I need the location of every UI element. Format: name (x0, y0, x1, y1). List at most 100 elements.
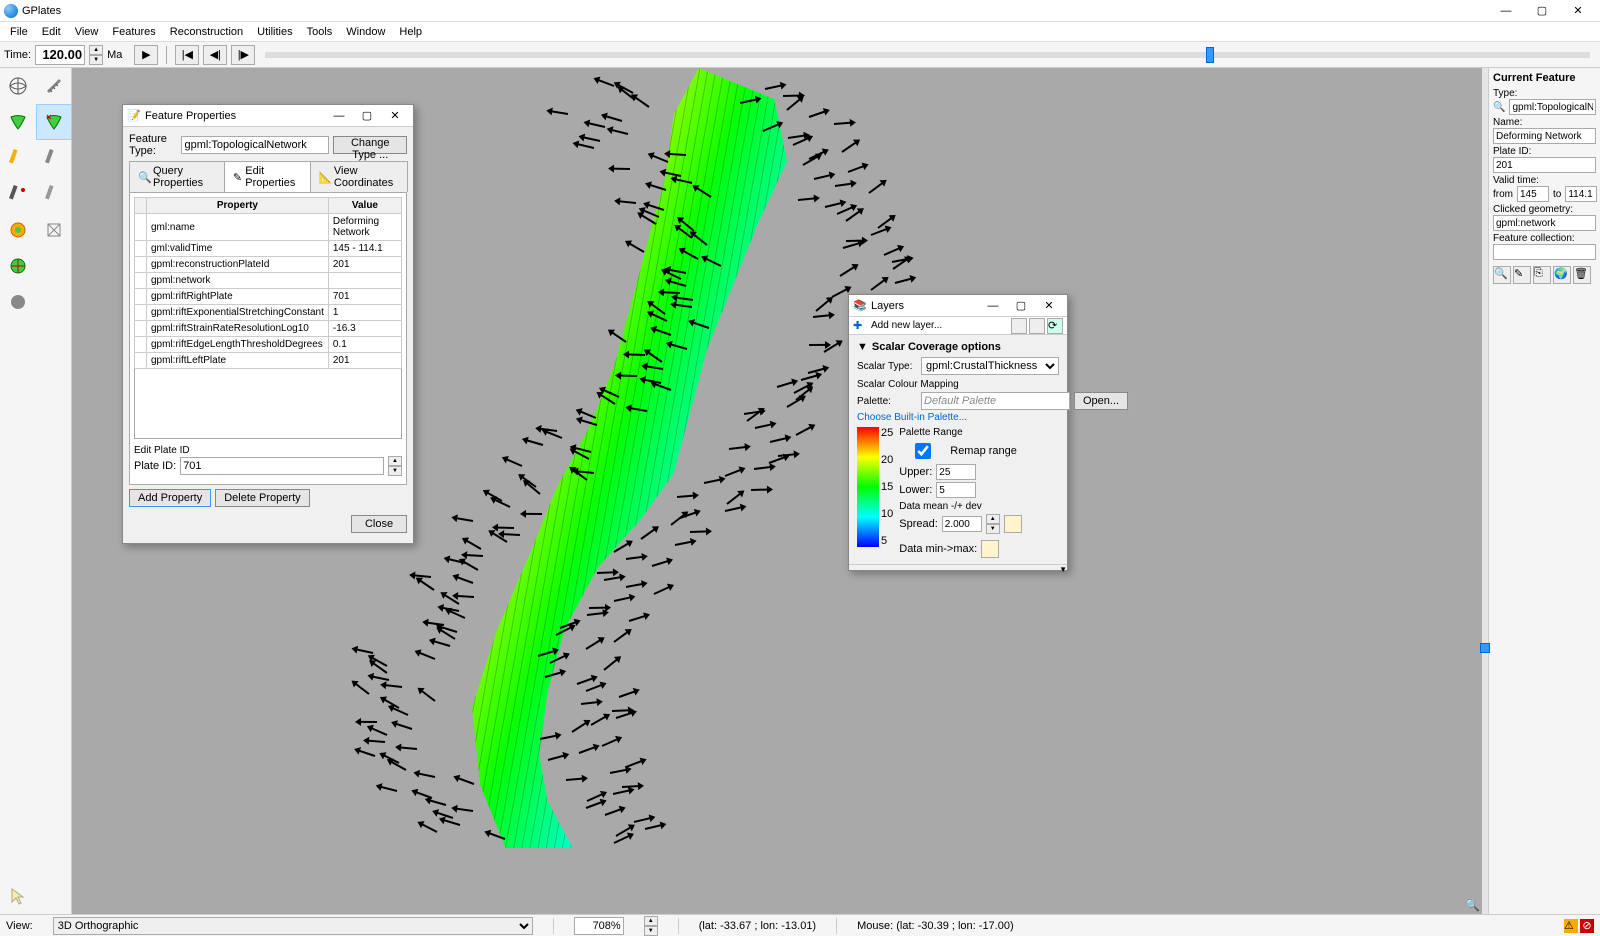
cf-action-2[interactable]: ✎ (1513, 266, 1531, 284)
tab-edit-properties[interactable]: ✎Edit Properties (224, 161, 311, 192)
menu-window[interactable]: Window (340, 26, 391, 38)
layers-tool-1[interactable] (1011, 318, 1027, 334)
cf-type[interactable] (1509, 99, 1596, 115)
table-row[interactable]: gpml:riftExponentialStretchingConstant1 (135, 305, 402, 321)
time-input[interactable] (35, 45, 85, 65)
cf-from[interactable] (1517, 186, 1549, 202)
globe-canvas[interactable]: 📝 Feature Properties — ▢ ✕ Feature Type:… (72, 68, 1482, 914)
cf-clicked[interactable] (1493, 215, 1596, 231)
status-mouse: Mouse: (lat: -30.39 ; lon: -17.00) (857, 920, 1014, 932)
layers-refresh[interactable]: ⟳ (1047, 318, 1063, 334)
side-panel-handle[interactable] (1480, 643, 1490, 653)
tool-select-feature-1[interactable] (0, 104, 36, 140)
menu-edit[interactable]: Edit (36, 26, 67, 38)
tool-pole[interactable] (0, 248, 36, 284)
time-slider[interactable] (265, 52, 1590, 58)
menu-help[interactable]: Help (393, 26, 428, 38)
rewind-start-button[interactable]: |◀ (175, 45, 199, 65)
palette-input[interactable] (921, 392, 1070, 410)
tool-topology-1[interactable] (0, 212, 36, 248)
tool-measure[interactable] (36, 68, 72, 104)
spread-spinner[interactable]: ▲▼ (986, 514, 1000, 534)
table-row[interactable]: gpml:riftLeftPlate201 (135, 353, 402, 369)
cf-name[interactable] (1493, 128, 1596, 144)
tool-drag-globe[interactable] (0, 68, 36, 104)
tool-digitise-2[interactable] (36, 140, 72, 176)
fp-close[interactable]: ✕ (381, 107, 409, 125)
tool-small-circle[interactable] (0, 284, 36, 320)
fp-maximize[interactable]: ▢ (353, 107, 381, 125)
fp-change-type-button[interactable]: Change Type ... (333, 136, 407, 154)
delete-property-button[interactable]: Delete Property (215, 489, 309, 507)
minimize-button[interactable]: — (1488, 1, 1524, 21)
zoom-spinner[interactable]: ▲▼ (644, 916, 658, 936)
menu-view[interactable]: View (69, 26, 105, 38)
plate-id-spinner[interactable]: ▲▼ (388, 456, 402, 476)
table-row[interactable]: gpml:riftStrainRateResolutionLog10-16.3 (135, 321, 402, 337)
step-forward-button[interactable]: |▶ (231, 45, 255, 65)
plate-id-input[interactable] (180, 457, 384, 475)
cf-collection[interactable] (1493, 244, 1596, 260)
time-unit: Ma (107, 49, 122, 61)
close-button[interactable]: ✕ (1560, 1, 1596, 21)
palette-reset-button[interactable] (1132, 392, 1134, 410)
tab-view-coordinates[interactable]: 📐View Coordinates (310, 161, 408, 192)
tool-cursor[interactable] (0, 878, 36, 914)
tool-select-feature-2[interactable] (36, 104, 72, 140)
palette-open-button[interactable]: Open... (1074, 392, 1128, 410)
zoom-input[interactable] (574, 917, 624, 935)
spread-input[interactable] (942, 516, 982, 532)
table-row[interactable]: gpml:riftEdgeLengthThresholdDegrees0.1 (135, 337, 402, 353)
add-layer-link[interactable]: Add new layer... (871, 320, 1009, 331)
cf-action-4[interactable]: 🌍 (1553, 266, 1571, 284)
menu-utilities[interactable]: Utilities (251, 26, 298, 38)
add-property-button[interactable]: Add Property (129, 489, 211, 507)
status-warn-icon[interactable]: ⚠ (1564, 919, 1578, 933)
cf-action-3[interactable]: ⎘ (1533, 266, 1551, 284)
tool-digitise-1[interactable] (0, 140, 36, 176)
status-error-icon[interactable]: ⊘ (1580, 919, 1594, 933)
step-back-button[interactable]: ◀| (203, 45, 227, 65)
table-row[interactable]: gpml:riftRightPlate701 (135, 289, 402, 305)
layers-minimize[interactable]: — (979, 297, 1007, 315)
time-spinner[interactable]: ▲▼ (89, 45, 103, 65)
table-row[interactable]: gpml:reconstructionPlateId201 (135, 257, 402, 273)
properties-table[interactable]: PropertyValue gml:nameDeforming Networkg… (134, 197, 402, 369)
cf-action-1[interactable]: 🔍 (1493, 266, 1511, 284)
view-mode-select[interactable]: 3D Orthographic (53, 917, 533, 935)
layers-tool-2[interactable] (1029, 318, 1045, 334)
menu-reconstruction[interactable]: Reconstruction (164, 26, 249, 38)
minmax-apply[interactable] (981, 540, 999, 558)
remap-checkbox[interactable] (903, 443, 943, 459)
status-view-label: View: (6, 920, 33, 932)
menu-tools[interactable]: Tools (301, 26, 339, 38)
fp-minimize[interactable]: — (325, 107, 353, 125)
plus-icon: ✚ (853, 319, 867, 333)
play-button[interactable]: ▶ (134, 45, 158, 65)
search-icon[interactable]: 🔍 (1493, 102, 1505, 113)
tool-move-vertex[interactable] (0, 176, 36, 212)
maximize-button[interactable]: ▢ (1524, 1, 1560, 21)
scalar-type-select[interactable]: gpml:CrustalThickness (921, 357, 1059, 375)
layers-close[interactable]: ✕ (1035, 297, 1063, 315)
tool-topology-2[interactable] (36, 212, 72, 248)
zoom-icon[interactable]: 🔍 (1465, 898, 1480, 912)
tab-query-properties[interactable]: 🔍Query Properties (129, 161, 225, 192)
table-row[interactable]: gpml:network (135, 273, 402, 289)
fp-close-button[interactable]: Close (351, 515, 407, 533)
lower-input[interactable] (936, 482, 976, 498)
choose-palette-link[interactable]: Choose Built-in Palette... (857, 412, 1059, 423)
fp-type-input[interactable] (181, 136, 329, 154)
upper-input[interactable] (936, 464, 976, 480)
table-row[interactable]: gml:nameDeforming Network (135, 214, 402, 241)
menu-file[interactable]: File (4, 26, 34, 38)
menu-features[interactable]: Features (106, 26, 161, 38)
tool-insert-vertex[interactable] (36, 176, 72, 212)
scalar-header[interactable]: ▼Scalar Coverage options (857, 339, 1059, 355)
cf-plate[interactable] (1493, 157, 1596, 173)
table-row[interactable]: gml:validTime145 - 114.1 (135, 241, 402, 257)
cf-action-5[interactable]: 🗑 (1573, 266, 1591, 284)
layers-maximize[interactable]: ▢ (1007, 297, 1035, 315)
cf-to[interactable] (1565, 186, 1597, 202)
spread-apply[interactable] (1004, 515, 1022, 533)
